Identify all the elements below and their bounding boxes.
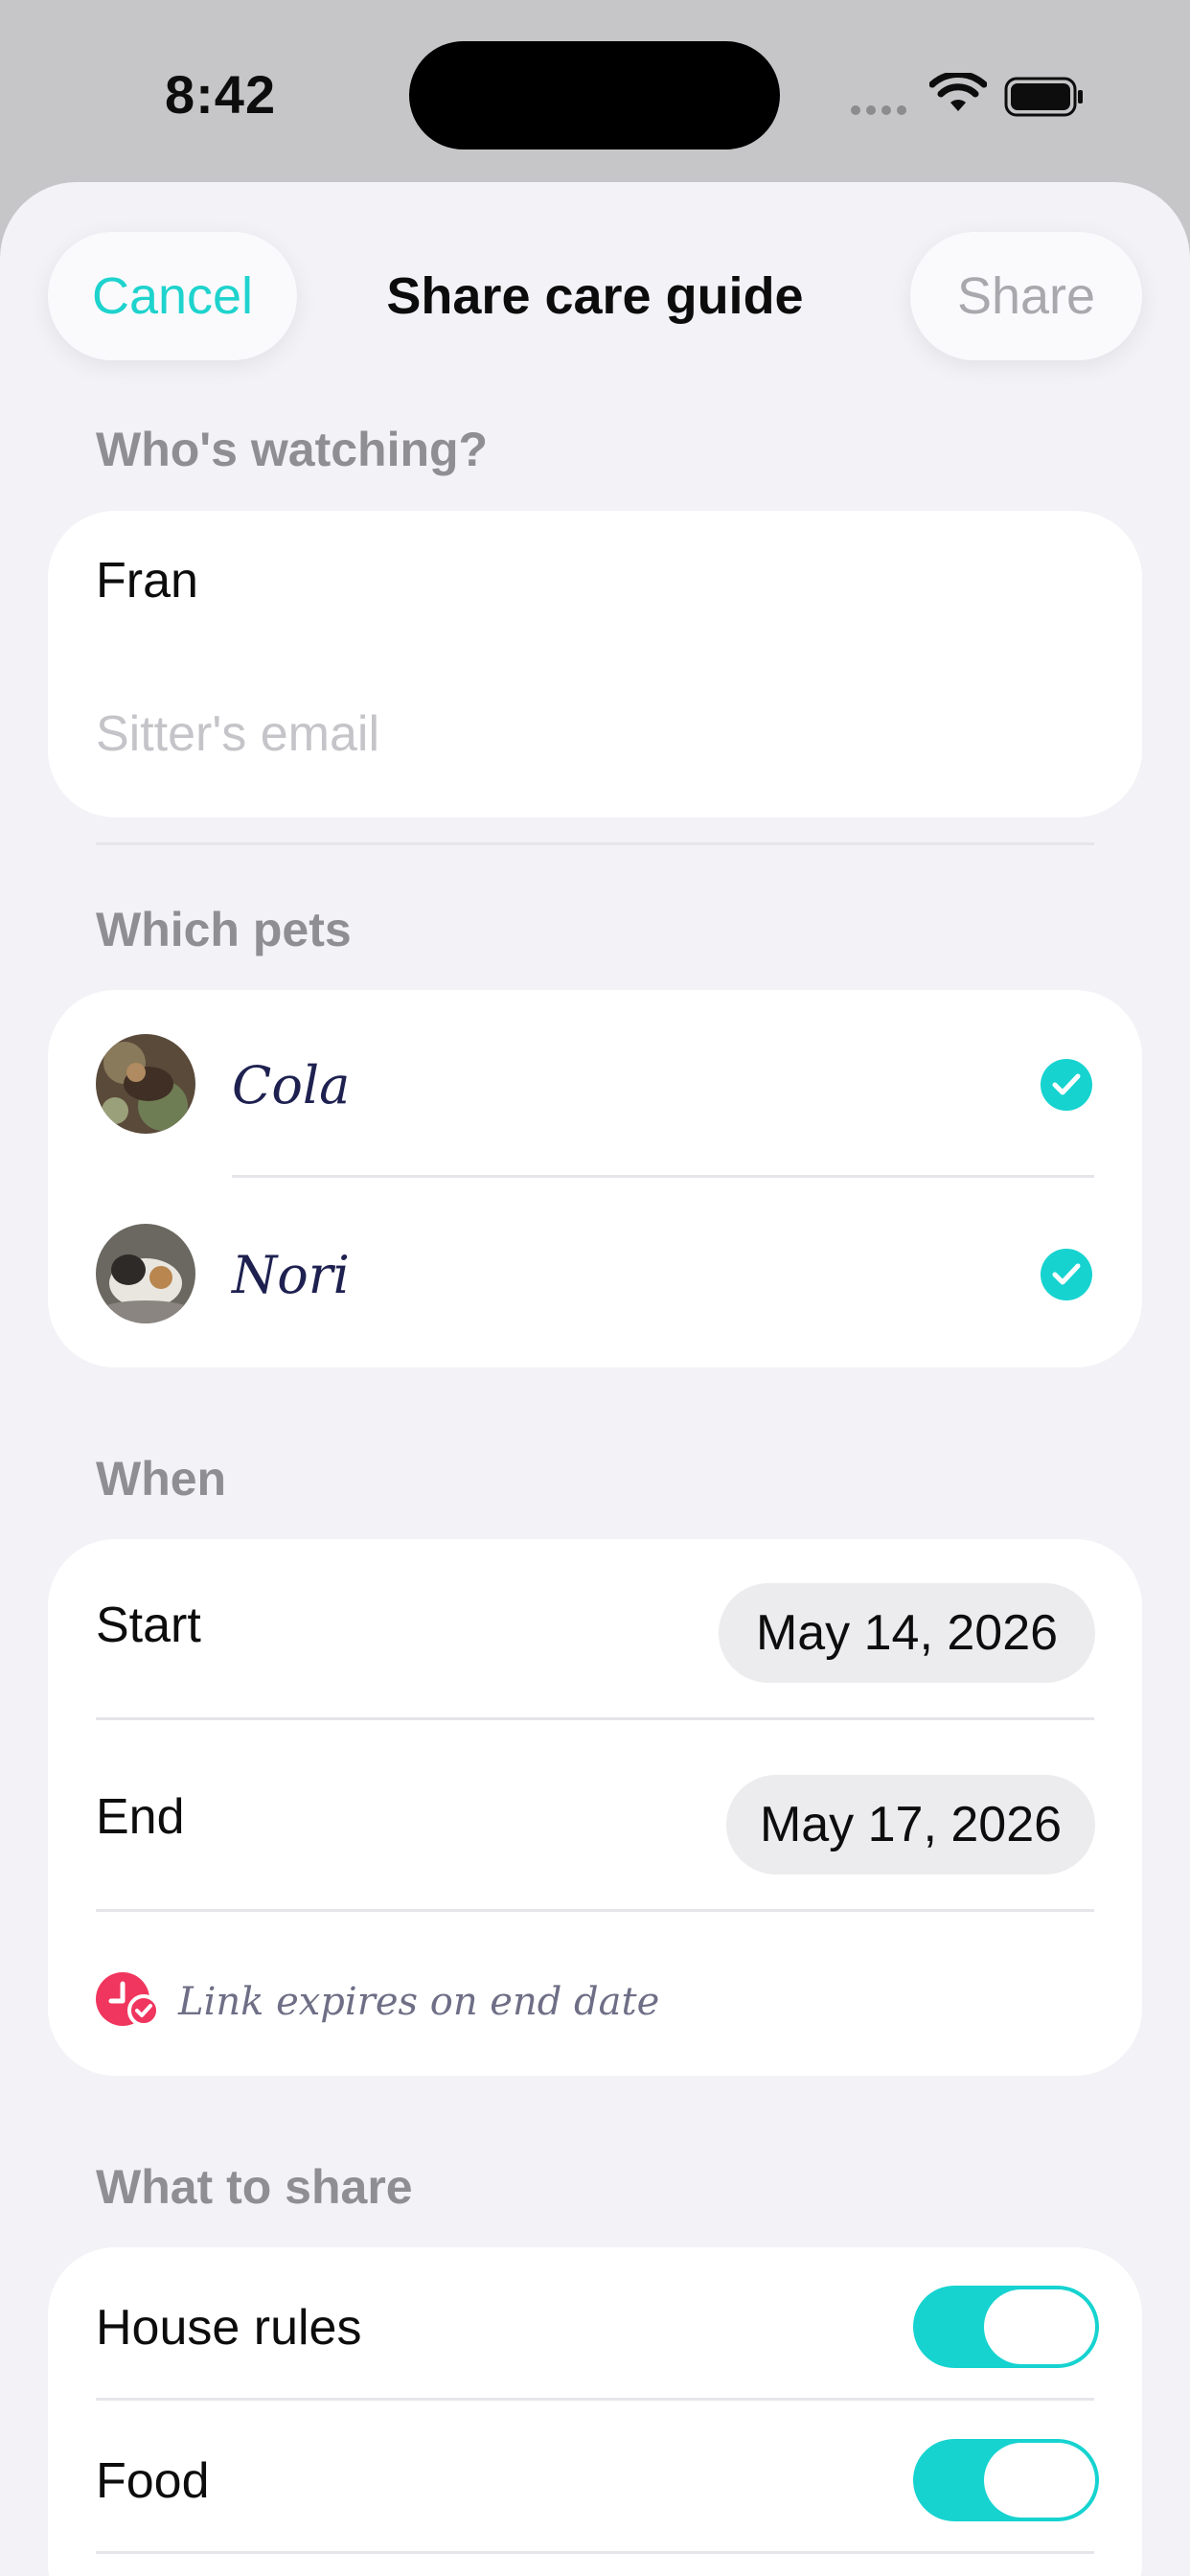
end-label: End [96,1789,185,1845]
when-card: Start May 14, 2026 End May 17, 2026 Link… [48,1539,1142,2076]
wifi-icon [929,73,987,111]
cellular-signal-icon [851,103,912,120]
pet-avatar-nori [96,1224,195,1323]
pet-name-nori: Nori [232,1245,350,1305]
pet-avatar-cola [96,1034,195,1134]
clock-check-icon [96,1972,159,2027]
dynamic-island [409,41,780,150]
toggle-knob [984,2289,1095,2364]
divider [96,2398,1094,2401]
divider [232,1175,1094,1178]
section-label-share: What to share [96,2160,413,2214]
share-item-label-food: Food [96,2453,210,2509]
checkmark-circle-icon[interactable] [1041,1249,1092,1300]
section-label-pets: Which pets [96,903,352,956]
sitter-name-field[interactable]: Fran [96,552,198,610]
share-item-label-house-rules: House rules [96,2300,362,2356]
pet-name-cola: Cola [232,1055,351,1116]
start-label: Start [96,1598,201,1653]
status-bar: 8:42 [0,0,1190,182]
food-toggle[interactable] [913,2439,1099,2521]
battery-icon [1004,77,1083,117]
divider [96,2551,1094,2554]
status-time: 8:42 [165,64,277,125]
divider [96,1909,1094,1912]
house-rules-toggle[interactable] [913,2286,1099,2368]
watching-card: Fran Sitter's email [48,511,1142,845]
checkmark-circle-icon[interactable] [1041,1059,1092,1111]
divider [96,842,1094,845]
pets-card: Cola Nori [48,990,1142,1368]
share-sheet: Cancel Share care guide Share Who's watc… [0,182,1190,2576]
end-date-picker[interactable]: May 17, 2026 [726,1775,1095,1874]
divider [96,1717,1094,1720]
section-label-watching: Who's watching? [96,423,489,476]
toggle-knob [984,2443,1095,2518]
share-button[interactable]: Share [910,232,1142,360]
start-date-picker[interactable]: May 14, 2026 [719,1583,1095,1683]
link-expires-note: Link expires on end date [178,1980,660,2024]
share-items-card: House rules Food [48,2247,1142,2576]
section-label-when: When [96,1452,227,1506]
sitter-email-field[interactable]: Sitter's email [96,705,379,763]
